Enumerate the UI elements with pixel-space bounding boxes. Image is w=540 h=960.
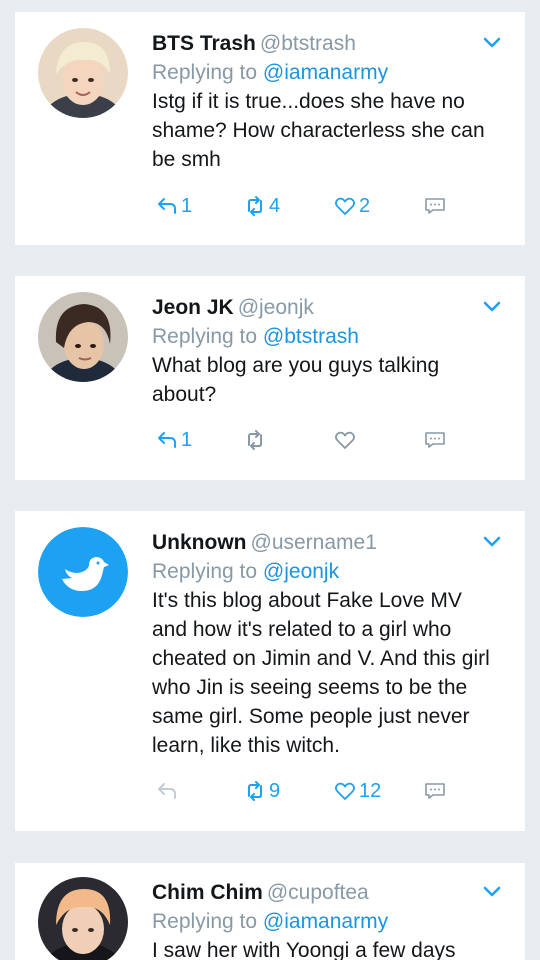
tweet-actions: 1 4 2 (155, 192, 475, 220)
avatar-photo-icon (38, 292, 128, 382)
reply-count: 1 (181, 195, 193, 217)
user-handle[interactable]: @username1 (251, 531, 377, 554)
retweet-button[interactable]: 4 (243, 192, 280, 220)
tweet-card[interactable]: BTS Trash @btstrash Replying to @iamanarm… (15, 12, 525, 245)
reply-count: 1 (181, 429, 193, 451)
tweet-card[interactable]: Chim Chim @cupoftea Replying to @iamanarm… (15, 863, 525, 960)
chevron-down-icon[interactable] (481, 298, 503, 314)
avatar-photo-icon (38, 28, 128, 118)
reply-icon (158, 198, 176, 214)
chevron-down-icon[interactable] (481, 34, 503, 50)
replying-to-label: Replying to (152, 560, 258, 583)
replying-to-mention[interactable]: @btstrash (263, 325, 359, 348)
retweet-count: 9 (269, 780, 281, 802)
direct-message-button[interactable] (423, 192, 447, 220)
like-button[interactable]: 12 (333, 777, 381, 805)
chevron-down-icon[interactable] (481, 533, 503, 549)
display-name[interactable]: BTS Trash (152, 32, 256, 55)
avatar[interactable] (38, 527, 128, 617)
tweet-actions: 9 12 (155, 777, 475, 805)
chevron-down-icon[interactable] (481, 883, 503, 899)
tweet-text: I saw her with Yoongi a few days (152, 939, 456, 960)
heart-icon (335, 431, 355, 449)
retweet-button[interactable]: 9 (243, 777, 280, 805)
avatar[interactable] (38, 877, 128, 960)
replying-to-label: Replying to (152, 910, 258, 933)
heart-icon (335, 197, 355, 215)
retweet-icon (248, 430, 262, 450)
user-handle[interactable]: @cupoftea (267, 881, 369, 904)
display-name[interactable]: Unknown (152, 531, 247, 554)
tweet-card[interactable]: Unknown @username1 Replying to @jeonjk It… (15, 511, 525, 831)
default-bird-icon (38, 527, 128, 617)
like-button[interactable]: 2 (333, 192, 370, 220)
message-icon (425, 783, 445, 799)
direct-message-button[interactable] (423, 777, 447, 805)
user-handle[interactable]: @jeonjk (238, 296, 314, 319)
message-icon (425, 432, 445, 448)
retweet-button[interactable] (243, 426, 269, 454)
display-name[interactable]: Chim Chim (152, 881, 263, 904)
avatar[interactable] (38, 28, 128, 118)
avatar-photo-icon (38, 877, 128, 960)
tweet-text: Istg if it is true...does she have no sh… (152, 90, 485, 171)
tweet-actions: 1 (155, 426, 475, 454)
like-count: 2 (359, 195, 371, 217)
retweet-icon (248, 781, 262, 801)
avatar[interactable] (38, 292, 128, 382)
tweet-card[interactable]: Jeon JK @jeonjk Replying to @btstrash Wha… (15, 276, 525, 480)
like-button[interactable] (333, 426, 359, 454)
direct-message-button[interactable] (423, 426, 447, 454)
tweet-text: What blog are you guys talking about? (152, 354, 440, 406)
replying-to-mention[interactable]: @iamanarmy (263, 61, 388, 84)
tweet-text: It's this blog about Fake Love MV and ho… (152, 589, 490, 757)
reply-button[interactable] (155, 777, 181, 805)
reply-icon (158, 783, 176, 799)
reply-icon (158, 432, 176, 448)
heart-icon (335, 782, 355, 800)
replying-to-mention[interactable]: @iamanarmy (263, 910, 388, 933)
replying-to-mention[interactable]: @jeonjk (263, 560, 339, 583)
message-icon (425, 198, 445, 214)
retweet-icon (248, 196, 262, 216)
user-handle[interactable]: @btstrash (260, 32, 356, 55)
retweet-count: 4 (269, 195, 281, 217)
replying-to-label: Replying to (152, 325, 258, 348)
like-count: 12 (359, 780, 382, 802)
replying-to-label: Replying to (152, 61, 258, 84)
display-name[interactable]: Jeon JK (152, 296, 234, 319)
reply-button[interactable]: 1 (155, 426, 192, 454)
reply-button[interactable]: 1 (155, 192, 192, 220)
